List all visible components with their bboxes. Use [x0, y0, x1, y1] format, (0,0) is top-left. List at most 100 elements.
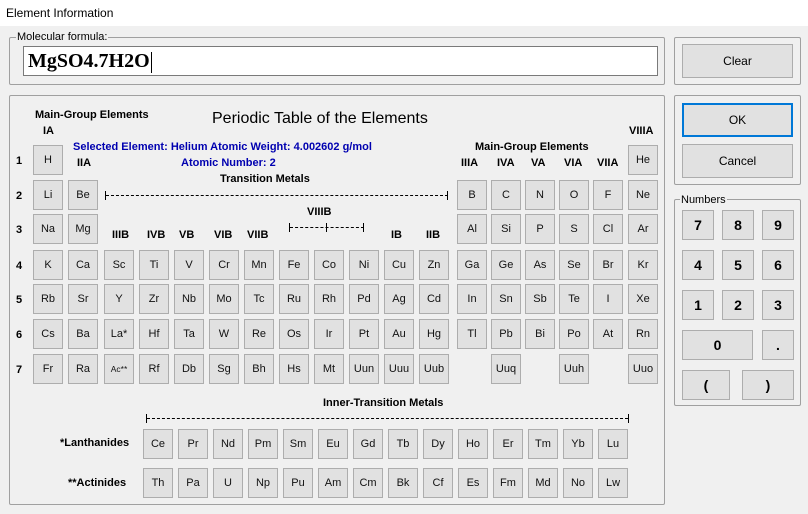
element-es[interactable]: Es	[458, 468, 488, 498]
element-md[interactable]: Md	[528, 468, 558, 498]
element-fe[interactable]: Fe	[279, 250, 309, 280]
element-cl[interactable]: Cl	[593, 214, 623, 244]
element-uuu[interactable]: Uuu	[384, 354, 414, 384]
element-uuh[interactable]: Uuh	[559, 354, 589, 384]
element-ar[interactable]: Ar	[628, 214, 658, 244]
element-v[interactable]: V	[174, 250, 204, 280]
element-pd[interactable]: Pd	[349, 284, 379, 314]
element-ge[interactable]: Ge	[491, 250, 521, 280]
element-f[interactable]: F	[593, 180, 623, 210]
numpad-two-button[interactable]: 2	[722, 290, 754, 320]
element-sr[interactable]: Sr	[68, 284, 98, 314]
element-er[interactable]: Er	[493, 429, 523, 459]
element-i[interactable]: I	[593, 284, 623, 314]
element-kr[interactable]: Kr	[628, 250, 658, 280]
element-no[interactable]: No	[563, 468, 593, 498]
element-sb[interactable]: Sb	[525, 284, 555, 314]
element-sc[interactable]: Sc	[104, 250, 134, 280]
element-yb[interactable]: Yb	[563, 429, 593, 459]
element-in[interactable]: In	[457, 284, 487, 314]
element-ra[interactable]: Ra	[68, 354, 98, 384]
element-ru[interactable]: Ru	[279, 284, 309, 314]
element-s[interactable]: S	[559, 214, 589, 244]
element-gd[interactable]: Gd	[353, 429, 383, 459]
element-ga[interactable]: Ga	[457, 250, 487, 280]
numpad-zero-button[interactable]: 0	[682, 330, 753, 360]
element-ti[interactable]: Ti	[139, 250, 169, 280]
element-si[interactable]: Si	[491, 214, 521, 244]
element-k[interactable]: K	[33, 250, 63, 280]
element-h[interactable]: H	[33, 145, 63, 175]
element-ho[interactable]: Ho	[458, 429, 488, 459]
element-la[interactable]: La*	[104, 319, 134, 349]
element-cm[interactable]: Cm	[353, 468, 383, 498]
element-pt[interactable]: Pt	[349, 319, 379, 349]
element-sn[interactable]: Sn	[491, 284, 521, 314]
numpad-one-button[interactable]: 1	[682, 290, 714, 320]
numpad-five-button[interactable]: 5	[722, 250, 754, 280]
element-ca[interactable]: Ca	[68, 250, 98, 280]
element-th[interactable]: Th	[143, 468, 173, 498]
element-mg[interactable]: Mg	[68, 214, 98, 244]
numpad-close-paren-button[interactable]: )	[742, 370, 794, 400]
element-na[interactable]: Na	[33, 214, 63, 244]
element-ce[interactable]: Ce	[143, 429, 173, 459]
element-al[interactable]: Al	[457, 214, 487, 244]
element-bh[interactable]: Bh	[244, 354, 274, 384]
element-zr[interactable]: Zr	[139, 284, 169, 314]
element-cf[interactable]: Cf	[423, 468, 453, 498]
numpad-decimal-point-button[interactable]: .	[762, 330, 794, 360]
element-po[interactable]: Po	[559, 319, 589, 349]
element-ni[interactable]: Ni	[349, 250, 379, 280]
element-eu[interactable]: Eu	[318, 429, 348, 459]
element-pu[interactable]: Pu	[283, 468, 313, 498]
element-xe[interactable]: Xe	[628, 284, 658, 314]
element-te[interactable]: Te	[559, 284, 589, 314]
element-ta[interactable]: Ta	[174, 319, 204, 349]
element-ag[interactable]: Ag	[384, 284, 414, 314]
element-fm[interactable]: Fm	[493, 468, 523, 498]
numpad-four-button[interactable]: 4	[682, 250, 714, 280]
element-tc[interactable]: Tc	[244, 284, 274, 314]
element-rn[interactable]: Rn	[628, 319, 658, 349]
cancel-button[interactable]: Cancel	[682, 144, 793, 178]
numpad-three-button[interactable]: 3	[762, 290, 794, 320]
element-y[interactable]: Y	[104, 284, 134, 314]
element-uuq[interactable]: Uuq	[491, 354, 521, 384]
element-uun[interactable]: Uun	[349, 354, 379, 384]
element-bk[interactable]: Bk	[388, 468, 418, 498]
element-nb[interactable]: Nb	[174, 284, 204, 314]
element-as[interactable]: As	[525, 250, 555, 280]
element-bi[interactable]: Bi	[525, 319, 555, 349]
element-co[interactable]: Co	[314, 250, 344, 280]
element-cd[interactable]: Cd	[419, 284, 449, 314]
element-pr[interactable]: Pr	[178, 429, 208, 459]
clear-button[interactable]: Clear	[682, 44, 793, 78]
numpad-open-paren-button[interactable]: (	[682, 370, 730, 400]
element-zn[interactable]: Zn	[419, 250, 449, 280]
element-hf[interactable]: Hf	[139, 319, 169, 349]
element-os[interactable]: Os	[279, 319, 309, 349]
element-n[interactable]: N	[525, 180, 555, 210]
element-lw[interactable]: Lw	[598, 468, 628, 498]
element-u[interactable]: U	[213, 468, 243, 498]
element-rh[interactable]: Rh	[314, 284, 344, 314]
element-ba[interactable]: Ba	[68, 319, 98, 349]
element-lu[interactable]: Lu	[598, 429, 628, 459]
element-tb[interactable]: Tb	[388, 429, 418, 459]
formula-input[interactable]: MgSO4.7H2O	[23, 46, 658, 76]
element-he[interactable]: He	[628, 145, 658, 175]
element-ir[interactable]: Ir	[314, 319, 344, 349]
numpad-eight-button[interactable]: 8	[722, 210, 754, 240]
element-c[interactable]: C	[491, 180, 521, 210]
element-ne[interactable]: Ne	[628, 180, 658, 210]
element-hs[interactable]: Hs	[279, 354, 309, 384]
element-db[interactable]: Db	[174, 354, 204, 384]
element-uub[interactable]: Uub	[419, 354, 449, 384]
element-au[interactable]: Au	[384, 319, 414, 349]
numpad-nine-button[interactable]: 9	[762, 210, 794, 240]
element-sm[interactable]: Sm	[283, 429, 313, 459]
element-ac[interactable]: Ac**	[104, 354, 134, 384]
element-mo[interactable]: Mo	[209, 284, 239, 314]
element-pm[interactable]: Pm	[248, 429, 278, 459]
